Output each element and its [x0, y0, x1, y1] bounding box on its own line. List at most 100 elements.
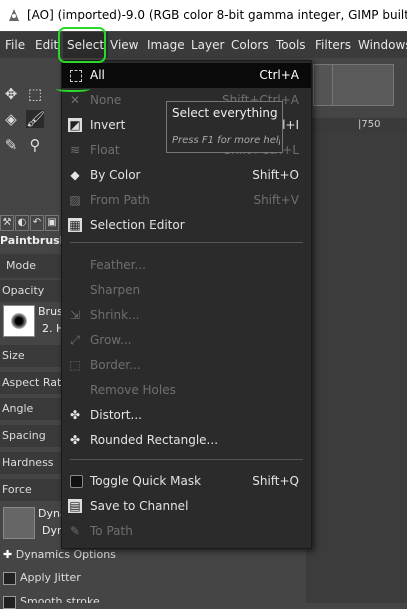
color-picker-tool-icon[interactable]: ✎ [2, 136, 20, 154]
menu-item-shrink[interactable]: ⇲ Shrink... [62, 303, 311, 328]
apply-jitter-label: Apply Jitter [20, 571, 81, 584]
menu-colors[interactable]: Colors [231, 32, 269, 58]
save-channel-icon: ▤ [68, 499, 82, 513]
menu-item-label: Border... [90, 358, 141, 372]
horizontal-ruler: |750 [306, 118, 407, 133]
size-slider[interactable]: Size [0, 345, 62, 367]
menu-item-rounded-rectangle[interactable]: ✤ Rounded Rectangle... [62, 428, 311, 453]
shrink-icon: ⇲ [69, 308, 81, 322]
menu-item-shortcut: Ctrl+A [259, 68, 299, 82]
menu-item-label: Shrink... [90, 308, 140, 322]
ruler-label: |750 [358, 119, 381, 130]
distort-icon: ✤ [69, 408, 81, 422]
menu-item-label: By Color [90, 168, 141, 182]
float-icon: ≋ [69, 143, 81, 157]
tool-options-tab-icon[interactable]: ⚒ [0, 215, 14, 231]
rect-select-tool-icon[interactable]: ⬚ [26, 85, 44, 103]
apply-jitter-checkbox[interactable] [3, 572, 16, 585]
menu-item-border[interactable]: ⬚ Border... [62, 353, 311, 378]
invert-icon: ◩ [68, 118, 82, 132]
menu-item-label: Invert [90, 118, 126, 132]
by-color-icon: ◆ [70, 168, 80, 182]
menu-item-from-path[interactable]: ▨ From Path Shift+V [62, 188, 311, 213]
image-thumbnail[interactable] [332, 64, 394, 106]
to-path-icon: ✎ [69, 524, 81, 538]
canvas-area[interactable] [306, 133, 407, 603]
menu-file[interactable]: File [5, 32, 25, 58]
move-tool-icon[interactable]: ✥ [2, 85, 20, 103]
menu-item-label: Float [90, 143, 120, 157]
spacing-slider[interactable]: Spacing [0, 425, 62, 447]
menu-item-shortcut: Shift+Q [252, 474, 299, 488]
menu-item-label: Save to Channel [90, 499, 189, 513]
menu-item-label: Rounded Rectangle... [90, 433, 219, 447]
force-slider[interactable]: Force [0, 479, 62, 501]
menu-item-label: All [90, 68, 105, 82]
menu-item-to-path[interactable]: ✎ To Path [62, 519, 311, 544]
angle-slider[interactable]: Angle [0, 398, 62, 420]
brush-label: Brus [38, 305, 63, 318]
grow-icon: ⤢ [70, 333, 80, 347]
plus-icon: ✚ [3, 548, 16, 561]
menu-item-label: Remove Holes [90, 383, 176, 397]
menu-item-save-to-channel[interactable]: ▤ Save to Channel [62, 494, 311, 519]
menu-filters[interactable]: Filters [315, 32, 351, 58]
menu-item-label: From Path [90, 193, 150, 207]
aspect-ratio-slider[interactable]: Aspect Ratio [0, 372, 62, 394]
select-none-icon: ✕ [69, 93, 81, 107]
border-icon: ⬚ [69, 358, 81, 372]
menu-item-feather[interactable]: Feather... [62, 253, 311, 278]
menu-edit[interactable]: Edit [35, 32, 58, 58]
tool-options-title: Paintbrush [0, 234, 68, 247]
menu-item-by-color[interactable]: ◆ By Color Shift+O [62, 163, 311, 188]
images-tab-icon[interactable]: ▣ [45, 215, 59, 231]
menu-tools[interactable]: Tools [276, 32, 306, 58]
menu-windows[interactable]: Windows [358, 32, 407, 58]
gimp-app-icon [9, 9, 19, 21]
menu-item-remove-holes[interactable]: Remove Holes [62, 378, 311, 403]
menu-item-label: None [90, 93, 122, 107]
annotation-highlight-underline [56, 84, 90, 92]
brush-preview[interactable] [3, 305, 35, 337]
menu-item-label: Selection Editor [90, 218, 185, 232]
title-bar: [AO] (imported)-9.0 (RGB color 8-bit gam… [0, 0, 407, 31]
menu-separator [70, 459, 303, 460]
from-path-icon: ▨ [69, 193, 81, 207]
menu-item-distort[interactable]: ✤ Distort... [62, 403, 311, 428]
tooltip-hint: Press F1 for more help [172, 135, 280, 146]
dynamics-options-expander[interactable]: ✚ Dynamics Options [3, 548, 116, 561]
annotation-highlight-circle [58, 27, 106, 63]
menu-item-grow[interactable]: ⤢ Grow... [62, 328, 311, 353]
mode-label[interactable]: Mode [0, 254, 62, 278]
zoom-tool-icon[interactable]: ⚲ [26, 136, 44, 154]
select-all-icon [70, 70, 82, 82]
selection-editor-icon: ▦ [68, 218, 82, 232]
dock-tabs: ⚒ ◐ ↶ ▣ [0, 210, 62, 231]
tooltip: Select everything Press F1 for more help [166, 101, 283, 153]
menu-view[interactable]: View [110, 32, 138, 58]
rounded-rectangle-icon: ✤ [69, 433, 81, 447]
menu-item-label: Toggle Quick Mask [90, 474, 202, 488]
menu-layer[interactable]: Layer [191, 32, 224, 58]
menu-image[interactable]: Image [147, 32, 185, 58]
menu-item-sharpen[interactable]: Sharpen [62, 278, 311, 303]
dynamics-preview[interactable] [3, 507, 35, 539]
bucket-fill-tool-icon[interactable]: ◈ [2, 110, 20, 128]
menu-item-select-all[interactable]: All Ctrl+A [62, 63, 311, 88]
menu-item-label: Grow... [90, 333, 132, 347]
paintbrush-tool-icon[interactable]: 🖌 [26, 110, 45, 128]
menu-separator [70, 242, 303, 243]
menu-item-label: Sharpen [90, 283, 141, 297]
undo-history-tab-icon[interactable]: ↶ [30, 215, 44, 231]
tooltip-text: Select everything [172, 106, 278, 120]
menu-item-shortcut: Shift+O [252, 168, 299, 182]
dynamics-options-label: Dynamics Options [15, 548, 116, 561]
device-status-tab-icon[interactable]: ◐ [15, 215, 29, 231]
hardness-slider[interactable]: Hardness [0, 452, 62, 474]
menu-item-toggle-quick-mask[interactable]: Toggle Quick Mask Shift+Q [62, 469, 311, 494]
menu-item-selection-editor[interactable]: ▦ Selection Editor [62, 213, 311, 238]
menu-item-label: Feather... [90, 258, 146, 272]
opacity-slider[interactable]: Opacity [0, 280, 62, 302]
quick-mask-icon [70, 475, 83, 488]
menu-item-label: Distort... [90, 408, 142, 422]
